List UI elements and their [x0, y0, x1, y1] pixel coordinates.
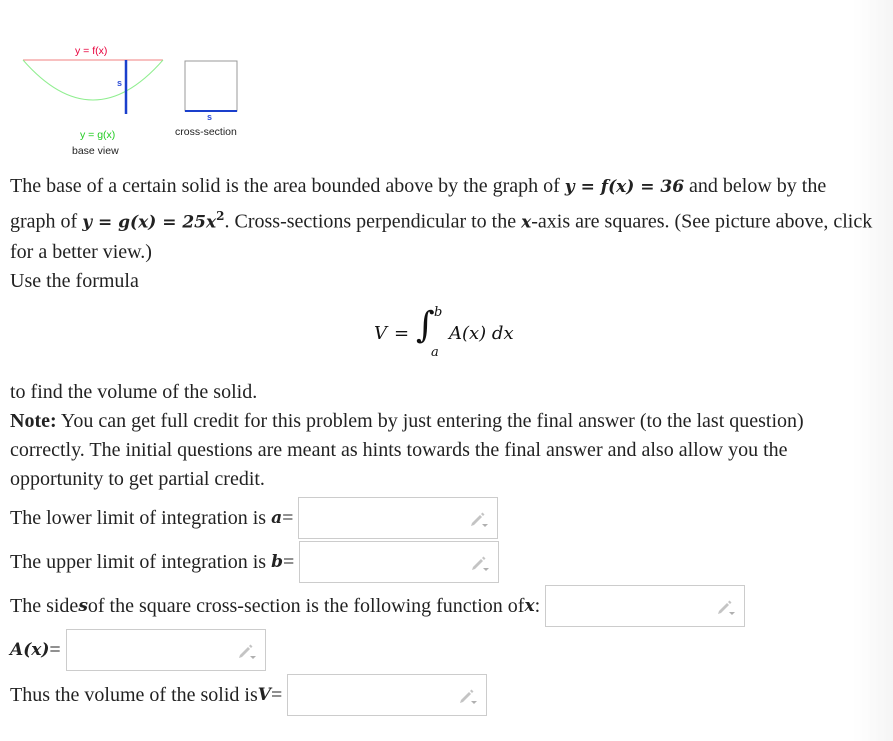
g-curve — [22, 59, 164, 101]
problem-statement: The base of a certain solid is the area … — [10, 172, 885, 296]
cross-section-caption: cross-section — [175, 126, 237, 138]
area-function-input-box[interactable] — [65, 629, 266, 671]
base-view-caption: base view — [72, 145, 119, 157]
note-label: Note: — [10, 410, 57, 432]
side-function-input[interactable] — [546, 586, 745, 626]
g-label: y = g(x) — [80, 129, 116, 141]
area-function-input[interactable] — [66, 630, 265, 670]
lower-limit-input-box[interactable] — [298, 497, 499, 539]
volume-input[interactable] — [288, 675, 487, 715]
note-line-2: correctly. The initial questions are mea… — [10, 439, 788, 461]
upper-limit-input[interactable] — [300, 542, 499, 582]
formula-lhs: V — [374, 323, 387, 344]
instructions: to find the volume of the solid. Note: Y… — [10, 378, 885, 494]
pencil-dropdown-icon[interactable] — [470, 554, 490, 572]
pencil-dropdown-icon[interactable] — [237, 642, 257, 660]
problem-line-1: The base of a certain solid is the area … — [10, 175, 827, 197]
problem-line-2: graph of y = g(x) = 25x2. Cross-sections… — [10, 209, 873, 233]
note-line-1: Note: You can get full credit for this p… — [10, 410, 804, 432]
question-lower-limit: The lower limit of integration is a = — [10, 497, 499, 539]
volume-input-box[interactable] — [287, 674, 488, 716]
after-line-1: to find the volume of the solid. — [10, 381, 258, 403]
pencil-dropdown-icon[interactable] — [458, 687, 478, 705]
problem-line-3: for a better view.) — [10, 240, 152, 263]
formula-equals: = — [394, 323, 410, 344]
f-label: y = f(x) — [75, 45, 108, 57]
f-equation: y = f(x) = 36 — [564, 177, 685, 197]
lower-limit: a — [431, 345, 439, 360]
upper-limit-input-box[interactable] — [299, 541, 500, 583]
side-function-input-box[interactable] — [545, 585, 746, 627]
upper-limit: b — [434, 305, 443, 320]
question-area-function: A(x) = — [10, 629, 266, 671]
question-upper-limit: The upper limit of integration is b = — [10, 541, 500, 583]
lower-limit-input[interactable] — [299, 498, 498, 538]
pencil-dropdown-icon[interactable] — [716, 598, 736, 616]
integrand: A(x) dx — [449, 323, 514, 344]
note-line-3: opportunity to get partial credit. — [10, 468, 265, 490]
cross-section-square — [184, 60, 238, 112]
volume-formula: V = ∫ b a A(x) dx — [374, 305, 574, 365]
side-label: s — [117, 78, 123, 88]
page-edge-shade — [853, 0, 893, 741]
integral-sign: ∫ — [416, 305, 435, 346]
cross-section-side-label: s — [207, 112, 213, 122]
pencil-dropdown-icon[interactable] — [469, 510, 489, 528]
base-view-diagram — [22, 59, 238, 114]
problem-line-4: Use the formula — [10, 269, 139, 292]
g-equation: y = g(x) = 25x — [82, 212, 217, 233]
question-side-function: The side s of the square cross-section i… — [10, 585, 746, 627]
problem-figure[interactable]: y = f(x) s y = g(x) base view s cross-se… — [0, 0, 260, 170]
question-volume: Thus the volume of the solid is V = — [10, 674, 488, 716]
